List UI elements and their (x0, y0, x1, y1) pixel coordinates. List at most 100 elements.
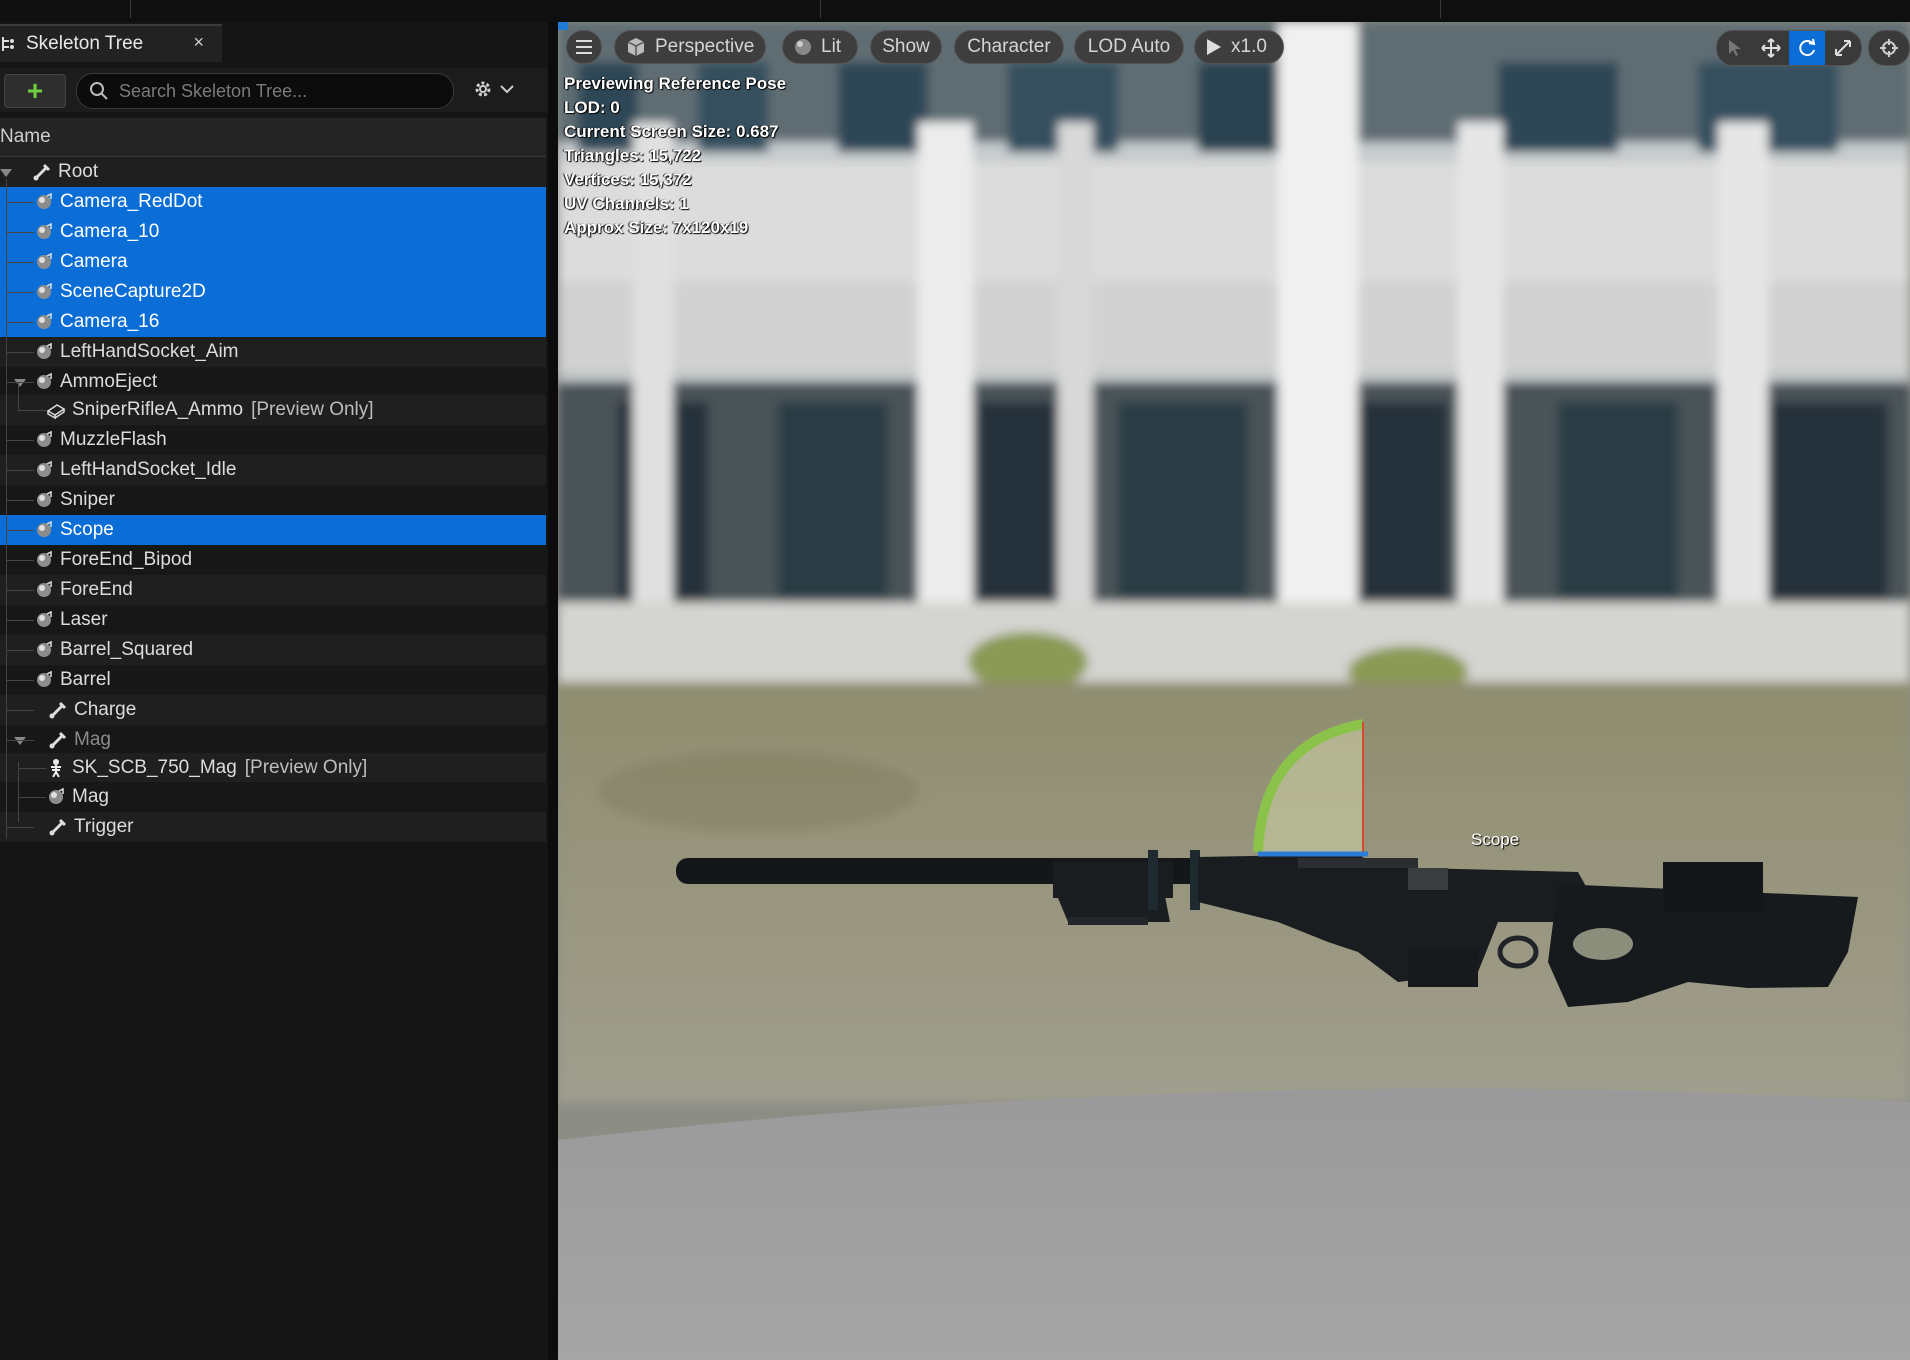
rotate-icon (1799, 38, 1816, 57)
tree-row-sniper[interactable]: Sniper (0, 485, 546, 515)
search-input[interactable] (117, 78, 441, 104)
tree-row-label: Mag (74, 729, 111, 750)
expand-arrow-icon[interactable] (0, 169, 12, 177)
lit-button[interactable]: Lit (782, 30, 858, 64)
close-icon[interactable]: × (193, 32, 204, 53)
playback-speed-button[interactable]: x1.0 (1194, 30, 1284, 64)
tree-connector (6, 322, 34, 323)
preview-floor (558, 1088, 1910, 1360)
socket-icon (34, 312, 54, 332)
hamburger-icon (576, 40, 592, 54)
world-local-button[interactable] (1868, 30, 1910, 66)
tree-row-root[interactable]: Root (0, 157, 546, 187)
tree-row-foreend-bipod[interactable]: ForeEnd_Bipod (0, 545, 546, 575)
socket-icon (34, 192, 54, 212)
info-screen-size: Current Screen Size: 0.687 (564, 122, 779, 141)
tree-row-camera-16[interactable]: Camera_16 (0, 307, 546, 337)
socket-icon (34, 430, 54, 450)
show-button[interactable]: Show (870, 30, 942, 64)
translate-mode-button[interactable] (1753, 31, 1789, 65)
viewport-focus-marker (558, 22, 568, 30)
transform-toolbar (1716, 30, 1862, 66)
socket-icon (34, 222, 54, 242)
tab-separator (1440, 0, 1441, 18)
tree-connector (6, 740, 34, 741)
tree-connector (6, 620, 34, 621)
tree-guide-line (18, 762, 19, 822)
tree-toolbar: + (0, 68, 556, 112)
preview-viewport[interactable]: Perspective Lit Show Character LOD Auto … (558, 22, 1910, 1360)
socket-icon (34, 550, 54, 570)
tree-row-ammoeject[interactable]: AmmoEject (0, 367, 546, 397)
tree-row-label: Laser (60, 609, 108, 630)
tree-row-lefthandsocket-idle[interactable]: LeftHandSocket_Idle (0, 455, 546, 485)
lit-label: Lit (821, 36, 842, 57)
search-icon (90, 82, 108, 100)
tree-row-trigger[interactable]: Trigger (0, 812, 546, 842)
info-triangles: Triangles: 15,722 (564, 146, 702, 165)
socket-icon (34, 580, 54, 600)
tree-row-label: Barrel_Squared (60, 639, 194, 660)
tree-row-sniperriflea-ammo[interactable]: SniperRifleA_Ammo [Preview Only] (0, 395, 546, 425)
tree-row-mag[interactable]: Mag (0, 725, 546, 755)
tree-row-camera[interactable]: Camera (0, 247, 546, 277)
column-header-name[interactable]: Name (0, 118, 546, 157)
socket-icon (34, 520, 54, 540)
expand-arrow-icon[interactable] (14, 379, 26, 387)
tree-row-laser[interactable]: Laser (0, 605, 546, 635)
tree-row-label: SceneCapture2D (60, 281, 206, 302)
character-label: Character (967, 36, 1051, 57)
rotate-mode-button[interactable] (1789, 31, 1825, 65)
top-strip (0, 0, 1910, 23)
tree-row-label: Sniper (60, 489, 115, 510)
cube-icon (627, 38, 645, 56)
gear-icon (475, 81, 491, 97)
socket-icon (46, 787, 66, 807)
tree-row-barrel-squared[interactable]: Barrel_Squared (0, 635, 546, 665)
skeleton-tree-panel: Skeleton Tree × + Name Root Camera_RedDot… (0, 22, 556, 1360)
scale-mode-button[interactable] (1825, 31, 1861, 65)
bone-icon (32, 162, 52, 182)
socket-icon (34, 610, 54, 630)
lod-label: LOD Auto (1087, 36, 1171, 57)
settings-menu-button[interactable] (472, 78, 514, 100)
lod-button[interactable]: LOD Auto (1074, 30, 1184, 64)
socket-icon (34, 670, 54, 690)
tree-row-label: Camera_RedDot (60, 191, 203, 212)
add-button[interactable]: + (4, 74, 66, 108)
tree-row-lefthandsocket-aim[interactable]: LeftHandSocket_Aim (0, 337, 546, 367)
tree-row-label: MuzzleFlash (60, 429, 167, 450)
viewport-menu-button[interactable] (566, 30, 602, 64)
tab-skeleton-tree[interactable]: Skeleton Tree × (0, 24, 222, 62)
tree-row-charge[interactable]: Charge (0, 695, 546, 725)
info-pose: Previewing Reference Pose (564, 74, 787, 93)
tree-connector (18, 797, 46, 798)
tab-separator (130, 0, 131, 18)
tree-row-sk-scb-750-mag[interactable]: SK_SCB_750_Mag [Preview Only] (0, 753, 546, 783)
tree-row-barrel[interactable]: Barrel (0, 665, 546, 695)
character-button[interactable]: Character (954, 30, 1064, 64)
perspective-button[interactable]: Perspective (614, 30, 766, 64)
socket-icon (34, 342, 54, 362)
viewport-info-overlay: Previewing Reference Pose LOD: 0 Current… (564, 72, 786, 240)
tree-connector (6, 560, 34, 561)
info-uv-channels: UV Channels: 1 (564, 194, 689, 213)
tree-row-scenecapture2d[interactable]: SceneCapture2D (0, 277, 546, 307)
tree-row-label: Barrel (60, 669, 111, 690)
tab-title: Skeleton Tree (26, 33, 144, 54)
tree-row-camera-10[interactable]: Camera_10 (0, 217, 546, 247)
select-mode-button[interactable] (1717, 31, 1753, 65)
tree-connector (6, 500, 34, 501)
tree-row-scope[interactable]: Scope (0, 515, 546, 545)
preview-only-tag: [Preview Only] (244, 757, 368, 778)
column-name-label: Name (0, 126, 51, 147)
tree-row-label: Camera (60, 251, 128, 272)
tree-row-foreend[interactable]: ForeEnd (0, 575, 546, 605)
tree-row-label: Charge (74, 699, 137, 720)
panel-splitter[interactable] (548, 22, 558, 1360)
tree-row-muzzleflash[interactable]: MuzzleFlash (0, 425, 546, 455)
tree-row-camera-reddot[interactable]: Camera_RedDot (0, 187, 546, 217)
tree-row-mag[interactable]: Mag (0, 782, 546, 812)
expand-arrow-icon[interactable] (14, 737, 26, 745)
tree-connector (18, 768, 46, 769)
